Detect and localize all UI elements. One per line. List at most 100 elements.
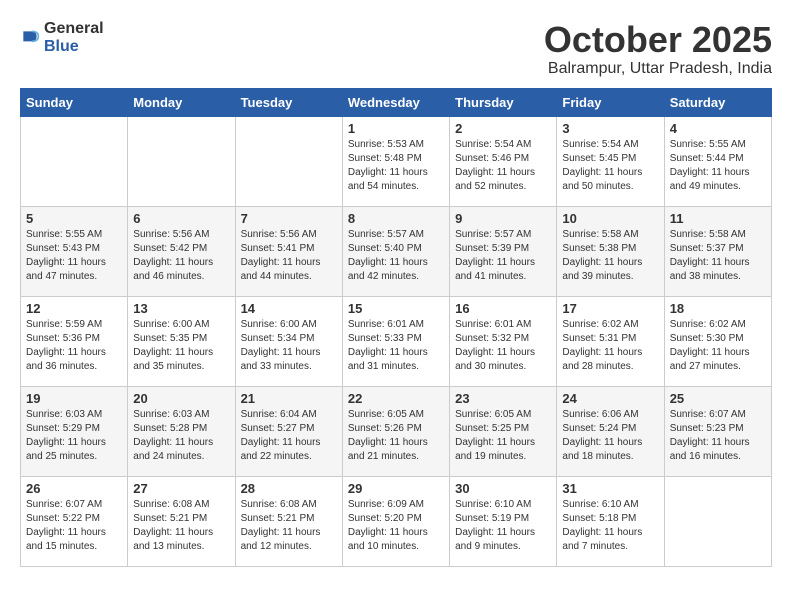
calendar-cell: 30Sunrise: 6:10 AM Sunset: 5:19 PM Dayli… [450,476,557,566]
day-number: 27 [133,481,229,496]
header: General Blue October 2025 Balrampur, Utt… [20,20,772,78]
logo-icon [20,28,40,48]
day-info: Sunrise: 5:59 AM Sunset: 5:36 PM Dayligh… [26,318,122,374]
day-number: 5 [26,211,122,226]
calendar-table: SundayMondayTuesdayWednesdayThursdayFrid… [20,88,772,567]
calendar-cell: 22 Sunrise: 6:05 AM Sunset: 5:26 PM Dayli… [342,386,449,476]
calendar-cell: 1 Sunrise: 5:53 AM Sunset: 5:48 PM Daylig… [342,116,449,206]
day-number: 23 [455,391,551,406]
day-number: 25 [670,391,766,406]
calendar-week-row: 12 Sunrise: 5:59 AM Sunset: 5:36 PM Dayli… [21,296,772,386]
logo: General Blue [20,20,104,56]
calendar-cell: 14 Sunrise: 6:00 AM Sunset: 5:34 PM Dayli… [235,296,342,386]
day-number: 1 [348,121,444,136]
day-info: Sunrise: 6:05 AM Sunset: 5:26 PM Dayligh… [348,408,444,464]
day-info: Sunrise: 6:00 AM Sunset: 5:35 PM Dayligh… [133,318,229,374]
day-number: 30 [455,481,551,496]
weekday-header: Saturday [664,88,771,116]
day-info: Sunrise: 5:58 AM Sunset: 5:37 PM Dayligh… [670,228,766,284]
title-area: October 2025 Balrampur, Uttar Pradesh, I… [544,20,772,78]
day-number: 17 [562,301,658,316]
day-info: Sunrise: 6:10 AM Sunset: 5:18 PM Dayligh… [562,498,658,554]
day-info: Sunrise: 6:03 AM Sunset: 5:29 PM Dayligh… [26,408,122,464]
day-info: Sunrise: 6:06 AM Sunset: 5:24 PM Dayligh… [562,408,658,464]
calendar-cell: 23 Sunrise: 6:05 AM Sunset: 5:25 PM Dayli… [450,386,557,476]
calendar-cell: 26 Sunrise: 6:07 AM Sunset: 5:22 PM Dayli… [21,476,128,566]
day-number: 24 [562,391,658,406]
day-number: 18 [670,301,766,316]
day-number: 29 [348,481,444,496]
calendar-cell: 19 Sunrise: 6:03 AM Sunset: 5:29 PM Dayli… [21,386,128,476]
calendar-week-row: 19 Sunrise: 6:03 AM Sunset: 5:29 PM Dayli… [21,386,772,476]
day-info: Sunrise: 5:57 AM Sunset: 5:40 PM Dayligh… [348,228,444,284]
weekday-header: Sunday [21,88,128,116]
day-info: Sunrise: 6:03 AM Sunset: 5:28 PM Dayligh… [133,408,229,464]
calendar-cell: 13 Sunrise: 6:00 AM Sunset: 5:35 PM Dayli… [128,296,235,386]
day-info: Sunrise: 6:04 AM Sunset: 5:27 PM Dayligh… [241,408,337,464]
day-info: Sunrise: 5:54 AM Sunset: 5:46 PM Dayligh… [455,138,551,194]
calendar-cell: 27 Sunrise: 6:08 AM Sunset: 5:21 PM Dayli… [128,476,235,566]
calendar-cell: 18Sunrise: 6:02 AM Sunset: 5:30 PM Dayli… [664,296,771,386]
day-number: 2 [455,121,551,136]
calendar-cell: 8 Sunrise: 5:57 AM Sunset: 5:40 PM Daylig… [342,206,449,296]
day-number: 7 [241,211,337,226]
day-info: Sunrise: 6:08 AM Sunset: 5:21 PM Dayligh… [133,498,229,554]
day-info: Sunrise: 5:58 AM Sunset: 5:38 PM Dayligh… [562,228,658,284]
day-info: Sunrise: 5:56 AM Sunset: 5:42 PM Dayligh… [133,228,229,284]
calendar-cell: 7 Sunrise: 5:56 AM Sunset: 5:41 PM Daylig… [235,206,342,296]
calendar-cell: 15Sunrise: 6:01 AM Sunset: 5:33 PM Dayli… [342,296,449,386]
day-number: 3 [562,121,658,136]
calendar-cell: 28Sunrise: 6:08 AM Sunset: 5:21 PM Dayli… [235,476,342,566]
calendar-week-row: 1 Sunrise: 5:53 AM Sunset: 5:48 PM Daylig… [21,116,772,206]
weekday-header: Thursday [450,88,557,116]
logo-text: General Blue [44,20,104,56]
day-number: 9 [455,211,551,226]
calendar-cell: 3Sunrise: 5:54 AM Sunset: 5:45 PM Daylig… [557,116,664,206]
calendar-cell: 11 Sunrise: 5:58 AM Sunset: 5:37 PM Dayli… [664,206,771,296]
calendar-cell: 12 Sunrise: 5:59 AM Sunset: 5:36 PM Dayli… [21,296,128,386]
day-info: Sunrise: 6:00 AM Sunset: 5:34 PM Dayligh… [241,318,337,374]
day-number: 28 [241,481,337,496]
calendar-week-row: 26 Sunrise: 6:07 AM Sunset: 5:22 PM Dayli… [21,476,772,566]
calendar-cell: 9 Sunrise: 5:57 AM Sunset: 5:39 PM Daylig… [450,206,557,296]
calendar-body: 1 Sunrise: 5:53 AM Sunset: 5:48 PM Daylig… [21,116,772,566]
day-number: 14 [241,301,337,316]
calendar-cell: 31 Sunrise: 6:10 AM Sunset: 5:18 PM Dayli… [557,476,664,566]
day-info: Sunrise: 6:01 AM Sunset: 5:33 PM Dayligh… [348,318,444,374]
day-number: 11 [670,211,766,226]
day-number: 10 [562,211,658,226]
day-number: 19 [26,391,122,406]
day-info: Sunrise: 6:09 AM Sunset: 5:20 PM Dayligh… [348,498,444,554]
calendar-cell: 2 Sunrise: 5:54 AM Sunset: 5:46 PM Daylig… [450,116,557,206]
day-number: 31 [562,481,658,496]
day-number: 13 [133,301,229,316]
day-number: 20 [133,391,229,406]
calendar-cell: 29 Sunrise: 6:09 AM Sunset: 5:20 PM Dayli… [342,476,449,566]
day-info: Sunrise: 6:05 AM Sunset: 5:25 PM Dayligh… [455,408,551,464]
calendar-cell [128,116,235,206]
location-title: Balrampur, Uttar Pradesh, India [544,60,772,78]
day-number: 26 [26,481,122,496]
day-number: 12 [26,301,122,316]
calendar-header-row: SundayMondayTuesdayWednesdayThursdayFrid… [21,88,772,116]
day-info: Sunrise: 5:57 AM Sunset: 5:39 PM Dayligh… [455,228,551,284]
calendar-cell [664,476,771,566]
day-info: Sunrise: 6:02 AM Sunset: 5:31 PM Dayligh… [562,318,658,374]
calendar-cell: 21Sunrise: 6:04 AM Sunset: 5:27 PM Dayli… [235,386,342,476]
calendar-cell: 10 Sunrise: 5:58 AM Sunset: 5:38 PM Dayli… [557,206,664,296]
day-info: Sunrise: 5:53 AM Sunset: 5:48 PM Dayligh… [348,138,444,194]
weekday-header: Wednesday [342,88,449,116]
weekday-header: Friday [557,88,664,116]
day-number: 22 [348,391,444,406]
day-info: Sunrise: 5:56 AM Sunset: 5:41 PM Dayligh… [241,228,337,284]
calendar-cell: 20 Sunrise: 6:03 AM Sunset: 5:28 PM Dayli… [128,386,235,476]
day-info: Sunrise: 6:07 AM Sunset: 5:23 PM Dayligh… [670,408,766,464]
day-info: Sunrise: 6:07 AM Sunset: 5:22 PM Dayligh… [26,498,122,554]
calendar-cell: 6 Sunrise: 5:56 AM Sunset: 5:42 PM Daylig… [128,206,235,296]
month-title: October 2025 [544,20,772,60]
day-number: 6 [133,211,229,226]
day-info: Sunrise: 6:01 AM Sunset: 5:32 PM Dayligh… [455,318,551,374]
day-number: 8 [348,211,444,226]
calendar-cell [21,116,128,206]
calendar-cell [235,116,342,206]
